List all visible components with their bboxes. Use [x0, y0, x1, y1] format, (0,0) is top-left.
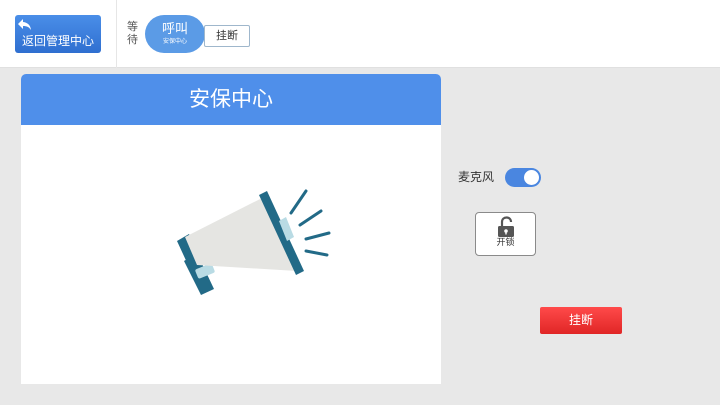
- microphone-label: 麦克风: [458, 170, 495, 184]
- call-target: 安保中心: [162, 38, 187, 45]
- card-title: 安保中心: [21, 74, 441, 125]
- call-status-pill: 呼叫 安保中心: [145, 15, 205, 53]
- wait-status: 等待: [127, 20, 138, 46]
- topbar-hangup-button[interactable]: 挂断: [204, 25, 250, 47]
- call-label: 呼叫: [161, 22, 188, 37]
- top-bar: 返回管理中心 等待 呼叫 安保中心 挂断: [0, 0, 720, 68]
- back-to-management-button[interactable]: 返回管理中心: [15, 15, 101, 53]
- megaphone-icon: [177, 189, 331, 295]
- unlock-label: 开锁: [496, 238, 515, 248]
- hangup-button[interactable]: 挂断: [540, 307, 622, 334]
- toggle-knob: [524, 170, 539, 185]
- back-button-label: 返回管理中心: [21, 34, 94, 48]
- back-arrow-icon: [18, 19, 31, 30]
- unlock-icon: [497, 216, 514, 237]
- call-card: 安保中心: [21, 74, 441, 384]
- microphone-toggle[interactable]: [505, 168, 541, 187]
- divider: [116, 0, 117, 68]
- unlock-button[interactable]: 开锁: [475, 212, 536, 256]
